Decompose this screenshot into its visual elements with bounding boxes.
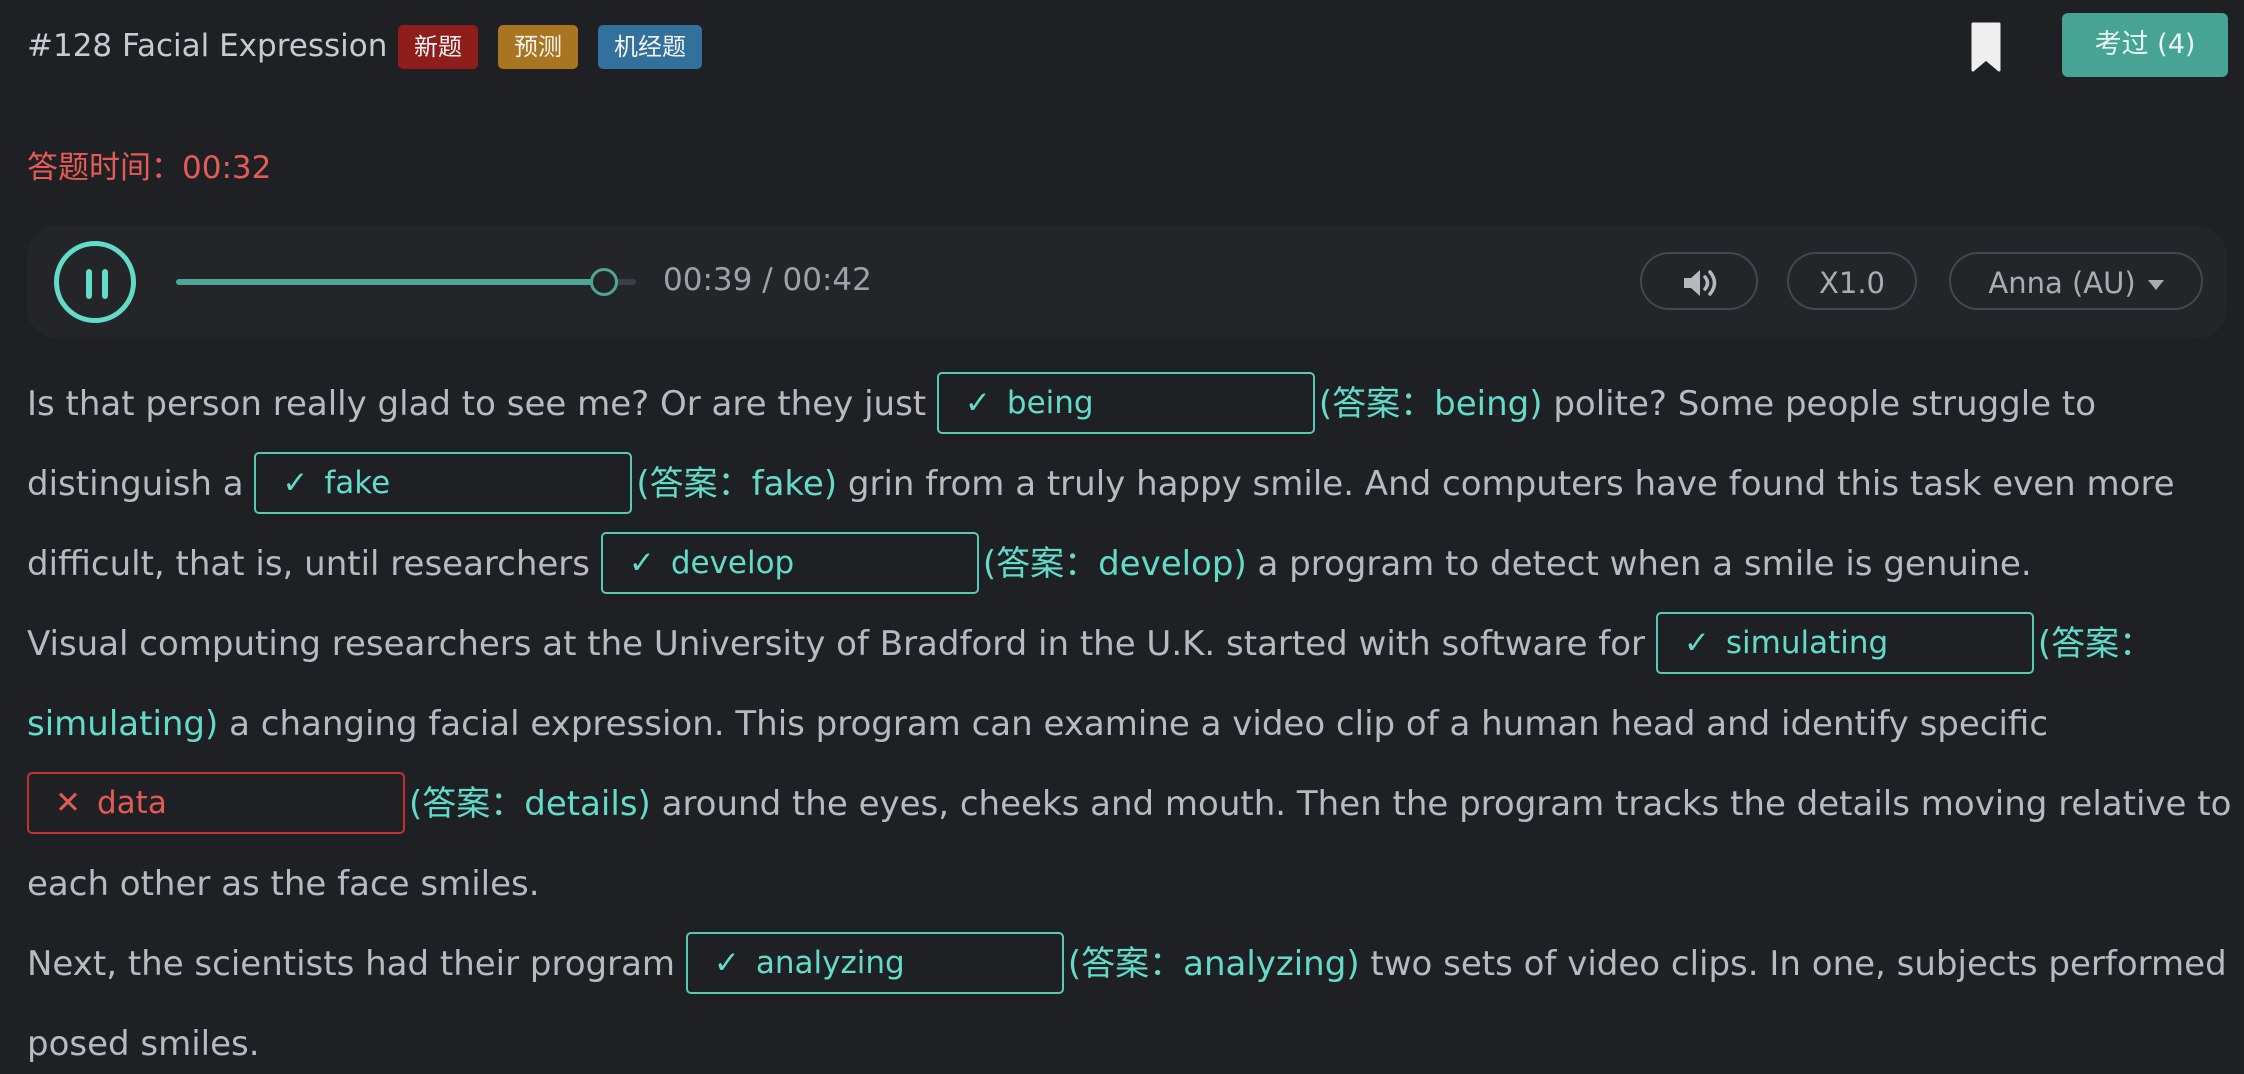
passed-count-button[interactable]: 考过 (4) — [2062, 13, 2228, 77]
cross-icon: ✕ — [55, 784, 81, 821]
answer-blank[interactable]: ✓ fake — [254, 451, 633, 514]
volume-button[interactable] — [1640, 252, 1758, 310]
passage-text: a changing facial expression. This progr… — [218, 704, 2049, 744]
bookmark-icon[interactable] — [1971, 22, 2001, 72]
passage-text: Is that person really glad to see me? Or… — [27, 384, 937, 424]
passage-text: Visual computing researchers at the Univ… — [27, 624, 1656, 664]
answer-blank[interactable]: ✓ develop — [600, 531, 979, 594]
time-readout: 00:39 / 00:42 — [663, 262, 872, 298]
tag-new: 新题 — [398, 25, 478, 69]
progress-slider[interactable] — [176, 268, 636, 296]
caret-down-icon — [2147, 280, 2164, 290]
passage-text: distinguish a — [27, 464, 255, 504]
answer-blank[interactable]: ✓ being — [936, 371, 1315, 434]
tag-predict: 预测 — [498, 25, 578, 69]
passage-line: ✕ data (答案：details) around the eyes, cheek… — [27, 771, 2232, 834]
blank-value: simulating — [1725, 624, 1889, 661]
passage-line: posed smiles. — [27, 1014, 260, 1074]
correct-answer: (答案：analyzing) — [1067, 944, 1360, 984]
passage-line: difficult, that is, until researchers ✓ d… — [27, 531, 2032, 594]
blank-value: data — [97, 784, 167, 821]
passage-line: Visual computing researchers at the Univ… — [27, 611, 2154, 674]
blank-value: develop — [670, 544, 795, 581]
blank-value: being — [1006, 384, 1094, 421]
passage-line: Is that person really glad to see me? Or… — [27, 371, 2097, 434]
voice-select[interactable]: Anna (AU) — [1949, 252, 2203, 310]
answer-blank[interactable]: ✓ analyzing — [685, 931, 1064, 994]
answer-timer: 答题时间：00:32 — [27, 150, 272, 186]
correct-answer: (答案：being) — [1318, 384, 1543, 424]
passage-text: each other as the face smiles. — [27, 864, 540, 904]
correct-answer: (答案：details) — [409, 784, 651, 824]
check-icon: ✓ — [713, 944, 740, 981]
passage-text: Next, the scientists had their program — [27, 944, 686, 984]
passage-line: distinguish a ✓ fake (答案：fake) grin from a… — [27, 451, 2175, 514]
passage-text: posed smiles. — [27, 1024, 260, 1064]
audio-player: 00:39 / 00:42 X1.0 Anna (AU) — [27, 226, 2227, 338]
pause-button[interactable] — [54, 241, 136, 323]
progress-knob[interactable] — [589, 268, 618, 296]
answer-blank-wrong[interactable]: ✕ data — [27, 771, 405, 834]
correct-answer: (答案： — [2037, 624, 2154, 664]
passage-text: difficult, that is, until researchers — [27, 544, 601, 584]
passage-text: two sets of video clips. In one, subject… — [1359, 944, 2227, 984]
check-icon: ✓ — [1683, 624, 1710, 661]
check-icon: ✓ — [628, 544, 655, 581]
passage-line: each other as the face smiles. — [27, 854, 540, 914]
passage-line: Next, the scientists had their program ✓… — [27, 931, 2227, 994]
passage-text: polite? Some people struggle to — [1542, 384, 2097, 424]
blank-value: fake — [324, 464, 391, 501]
correct-answer: simulating) — [27, 704, 219, 744]
progress-fill — [176, 279, 604, 285]
correct-answer: (答案：fake) — [636, 464, 838, 504]
speed-button[interactable]: X1.0 — [1787, 252, 1917, 310]
passage-text: around the eyes, cheeks and mouth. Then … — [650, 784, 2232, 824]
passage-text: a program to detect when a smile is genu… — [1246, 544, 2032, 584]
question-title: #128 Facial Expression — [27, 28, 388, 64]
passage-line: simulating) a changing facial expression… — [27, 694, 2048, 754]
correct-answer: (答案：develop) — [982, 544, 1247, 584]
check-icon: ✓ — [964, 384, 991, 421]
voice-label: Anna (AU) — [1988, 266, 2136, 300]
tag-machine-question: 机经题 — [598, 25, 702, 69]
blank-value: analyzing — [755, 944, 905, 981]
answer-blank[interactable]: ✓ simulating — [1655, 611, 2034, 674]
check-icon: ✓ — [282, 464, 309, 501]
header: #128 Facial Expression 新题 预测 机经题 考过 (4) — [27, 13, 2228, 77]
passage-text: grin from a truly happy smile. And compu… — [837, 464, 2175, 504]
volume-icon — [1684, 270, 1717, 296]
